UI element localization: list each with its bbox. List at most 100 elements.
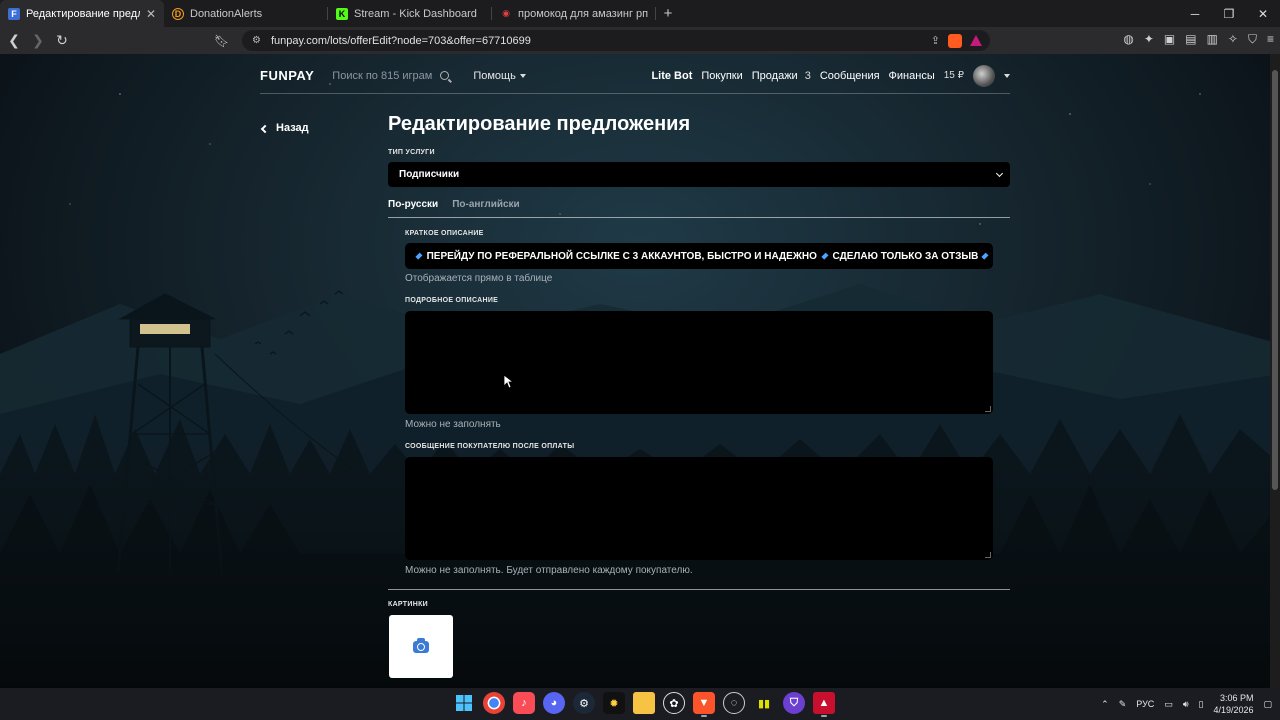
tab-title: Редактирование предложения (26, 7, 140, 20)
browser-tab-funpay[interactable]: F Редактирование предложения ✕ (0, 0, 164, 27)
windows-taskbar: ♪ ◕ ⚙ ✹ ✿ ▼ ◌ ▮▮ ⛉ ▲ ⌃ ✎ РУС ▭ 🔊︎ ▯ 3:06… (0, 688, 1280, 720)
search-input[interactable]: Поиск по 815 играм (332, 70, 432, 82)
vpn-shield-icon[interactable]: ⛉ (783, 692, 805, 714)
user-nav: Lite Bot Покупки Продажи 3 Сообщения Фин… (651, 64, 1010, 87)
network-icon[interactable]: ▭ (1164, 699, 1173, 710)
balance-value: 15 ₽ (943, 70, 964, 81)
language-indicator[interactable]: РУС (1136, 699, 1154, 709)
close-window-icon[interactable]: ✕ (1246, 0, 1280, 27)
finances-link[interactable]: Финансы (889, 70, 935, 82)
short-description-input[interactable]: ПЕРЕЙДУ ПО РЕФЕРАЛЬНОЙ ССЫЛКЕ С 3 АККАУН… (405, 243, 993, 269)
game-search[interactable]: Поиск по 815 играм (332, 70, 450, 82)
translate-icon[interactable]: ◍ (1123, 32, 1133, 47)
upload-image-button[interactable] (389, 615, 453, 678)
buyer-message-textarea[interactable] (405, 457, 993, 560)
camera-icon (413, 637, 429, 653)
short-description-text-2: СДЕЛАЮ ТОЛЬКО ЗА ОТЗЫВ (832, 250, 979, 262)
new-tab-button[interactable]: + (656, 0, 680, 27)
brave-shields-icon[interactable] (948, 33, 962, 48)
reload-icon[interactable]: ↻ (52, 31, 72, 51)
brave-rewards-icon[interactable] (970, 34, 982, 46)
brave-icon[interactable]: ▼ (693, 692, 715, 717)
mouse-pointer-icon (503, 374, 513, 389)
discord-icon[interactable]: ◕ (543, 692, 565, 714)
long-description-label: Подробное описание (405, 297, 499, 304)
volume-icon[interactable]: 🔊︎ (1183, 699, 1189, 710)
pen-icon[interactable]: ✎ (1119, 699, 1127, 710)
chevron-down-icon (995, 169, 1004, 178)
account-chevron-down-icon[interactable] (1004, 73, 1010, 78)
back-arrow-icon[interactable]: ❮ (4, 31, 24, 51)
music-icon[interactable]: ♪ (513, 692, 535, 714)
tab-english[interactable]: По-английски (452, 199, 520, 217)
browser-tab-donationalerts[interactable]: D DonationAlerts (164, 0, 328, 27)
tab-title: Stream - Kick Dashboard (354, 7, 477, 20)
page-scrollbar[interactable] (1270, 54, 1280, 688)
windows-start-icon[interactable] (453, 692, 475, 714)
chatgpt-icon[interactable]: ✿ (663, 692, 685, 714)
help-menu[interactable]: Помощь (473, 70, 526, 82)
minimize-icon[interactable]: ─ (1178, 0, 1212, 27)
vpn-icon[interactable]: ⛉ (1248, 32, 1257, 47)
bookmark-icon[interactable]: 🔖︎ (214, 34, 229, 48)
long-description-textarea[interactable] (405, 311, 993, 414)
avatar[interactable] (973, 64, 995, 87)
scrollbar-thumb[interactable] (1272, 70, 1278, 490)
toolbar-extensions: ◍ ✦ ▣ ▤ ▥ ✧ ⛉ ≡ (1123, 32, 1274, 47)
tray-chevron-up-icon[interactable]: ⌃ (1101, 699, 1109, 710)
sales-link[interactable]: Продажи (752, 70, 798, 82)
kick-favicon-icon: K (336, 7, 348, 20)
url-text: funpay.com/lots/offerEdit?node=703&offer… (270, 34, 531, 47)
back-link[interactable]: Назад (260, 122, 309, 134)
notifications-icon[interactable]: ▢ (1263, 699, 1272, 710)
tab-russian[interactable]: По-русски (388, 199, 438, 217)
site-settings-icon[interactable]: ⚙︎ (252, 35, 261, 46)
battery-icon[interactable]: ▯ (1198, 699, 1203, 710)
back-label: Назад (276, 122, 309, 134)
purchases-link[interactable]: Покупки (701, 70, 742, 82)
tab-title: DonationAlerts (190, 7, 263, 20)
browser-tab-kick[interactable]: K Stream - Kick Dashboard (328, 0, 492, 27)
buyer-message-label: Сообщение покупателю после оплаты (405, 443, 575, 450)
forward-arrow-icon[interactable]: ❯ (28, 31, 48, 51)
site-header: FUNPAY Поиск по 815 играм Помощь Lite Bo… (260, 58, 1010, 94)
browser-toolbar: ❮ ❯ ↻ 🔖︎ ⚙︎ funpay.com/lots/offerEdit?no… (0, 27, 1280, 54)
browser-tab-search[interactable]: ◉ промокод для амазинг рп скай - Вс (492, 0, 656, 27)
chrome-icon[interactable] (483, 692, 505, 714)
donationalerts-favicon-icon: D (172, 7, 184, 20)
extensions-icon[interactable]: ✦ (1144, 32, 1154, 47)
service-type-select[interactable]: Подписчики (388, 162, 1010, 187)
clock[interactable]: 3:06 PM 4/19/2026 (1213, 692, 1253, 716)
leo-ai-icon[interactable]: ✧ (1228, 32, 1238, 47)
funpay-logo[interactable]: FUNPAY (260, 68, 314, 83)
window-controls: ─ ❐ ✕ (1178, 0, 1280, 27)
sidebar-icon[interactable]: ▤ (1185, 32, 1196, 47)
buyer-message-hint: Можно не заполнять. Будет отправлено каж… (405, 565, 693, 576)
share-icon[interactable]: ⇪ (931, 34, 940, 48)
chevron-left-icon (260, 124, 270, 133)
obs-icon[interactable]: ◌ (723, 692, 745, 714)
screenshot-icon[interactable]: ▣ (1164, 32, 1175, 47)
menu-icon[interactable]: ≡ (1267, 32, 1274, 47)
short-description-hint: Отображается прямо в таблице (405, 273, 553, 284)
browser-tab-bar: F Редактирование предложения ✕ D Donatio… (0, 0, 1280, 27)
app-sun-icon[interactable]: ✹ (603, 692, 625, 714)
search-icon[interactable] (440, 71, 450, 80)
chevron-down-icon (519, 73, 526, 78)
address-bar[interactable]: 🔖︎ ⚙︎ funpay.com/lots/offerEdit?node=703… (214, 30, 990, 51)
close-tab-icon[interactable]: ✕ (146, 7, 156, 21)
language-tabs: По-русски По-английски (388, 199, 1010, 218)
resize-handle[interactable] (985, 406, 991, 412)
wallet-icon[interactable]: ▥ (1207, 32, 1218, 47)
messages-link[interactable]: Сообщения (820, 70, 880, 82)
lite-bot-link[interactable]: Lite Bot (651, 70, 692, 82)
system-tray: ⌃ ✎ РУС ▭ 🔊︎ ▯ 3:06 PM 4/19/2026 ▢ (1101, 688, 1272, 720)
app-triangle-icon[interactable]: ▲ (813, 692, 835, 717)
file-explorer-icon[interactable] (633, 692, 655, 714)
app-battery-icon[interactable]: ▮▮ (753, 692, 775, 714)
resize-handle[interactable] (985, 552, 991, 558)
restore-icon[interactable]: ❐ (1212, 0, 1246, 27)
sales-count-badge: 3 (804, 69, 811, 82)
steam-icon[interactable]: ⚙ (573, 692, 595, 714)
page-title: Редактирование предложения (388, 113, 691, 135)
